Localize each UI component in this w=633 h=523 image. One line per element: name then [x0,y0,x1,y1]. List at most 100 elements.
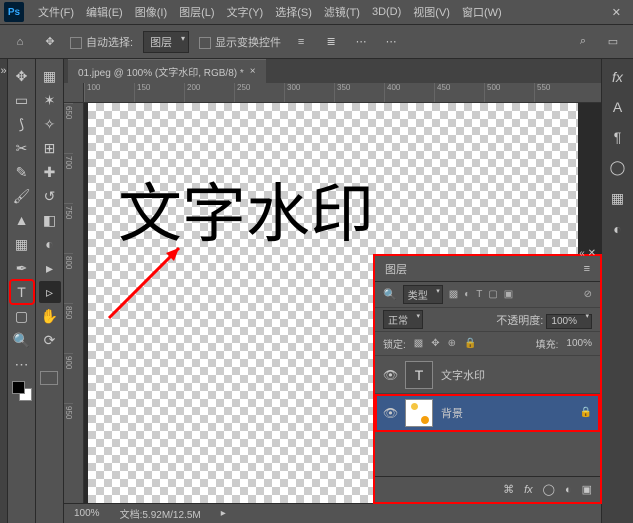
filter-smart-icon[interactable]: ▣ [504,289,513,300]
hand-tool[interactable]: ✋ [39,305,61,327]
distribute-icon[interactable]: ⋯ [351,32,371,52]
layer-row[interactable]: 👁 背景 🔒 [375,394,600,432]
status-doc-info[interactable]: 文档:5.92M/12.5M [120,506,201,521]
foreground-background-colors[interactable] [12,381,32,401]
search-icon[interactable]: ⌕ [573,32,593,52]
gradient-tool[interactable]: ▦ [11,233,33,255]
new-group-icon[interactable]: ▣ [582,483,592,496]
new-fill-layer-icon[interactable]: ◐ [565,484,572,496]
more-icon[interactable]: ⋯ [381,32,401,52]
ruler-horizontal[interactable]: 100150200250300350400450500550 [84,83,601,103]
layer-name[interactable]: 背景 [441,405,572,421]
layer-thumbnail[interactable] [405,399,433,427]
document-tab[interactable]: 01.jpeg @ 100% (文字水印, RGB/8) * × [68,59,266,83]
document-tab-close-icon[interactable]: × [250,66,256,77]
filter-type-dropdown[interactable]: 类型 [403,285,443,304]
move-tool[interactable]: ✥ [11,65,33,87]
auto-select-target-dropdown[interactable]: 图层 [143,31,189,53]
layer-thumbnail[interactable]: T [405,361,433,389]
filter-toggle-icon[interactable]: ⊘ [584,289,592,300]
fx-panel-icon[interactable]: fx [612,69,623,85]
paragraph-panel-icon[interactable]: ¶ [614,129,622,145]
layer-mask-icon[interactable]: ◯ [543,483,555,496]
quick-mask[interactable] [40,371,60,391]
document-tab-title: 01.jpeg @ 100% (文字水印, RGB/8) * [78,64,244,79]
eraser-tool[interactable]: ◧ [39,209,61,231]
menu-select[interactable]: 选择(S) [269,1,318,23]
menu-edit[interactable]: 编辑(E) [80,1,129,23]
magic-wand-tool[interactable]: ✧ [39,113,61,135]
panel-menu-icon[interactable]: ≡ [584,263,590,275]
filter-pixel-icon[interactable]: ▩ [449,289,458,300]
lock-all-icon[interactable]: 🔒 [464,338,476,349]
type-tool[interactable]: T [11,281,33,303]
adjustments-panel-icon[interactable]: ◐ [613,221,621,237]
crop-tool[interactable]: ✂ [11,137,33,159]
layer-visibility-icon[interactable]: 👁 [383,368,397,382]
window-close-icon[interactable]: ✕ [604,3,629,22]
shape-tool[interactable]: ▢ [11,305,33,327]
history-brush-tool[interactable]: ↺ [39,185,61,207]
pen-tool[interactable]: ✒ [11,257,33,279]
frame-tool[interactable]: ⊞ [39,137,61,159]
layer-visibility-icon[interactable]: 👁 [383,406,397,420]
status-chevron-icon[interactable]: ▸ [221,508,226,519]
edit-toolbar[interactable]: ⋯ [11,353,33,375]
heal-tool[interactable]: ✚ [39,161,61,183]
menu-image[interactable]: 图像(I) [129,1,173,23]
menu-3d[interactable]: 3D(D) [366,3,407,21]
layer-name[interactable]: 文字水印 [441,367,592,383]
filter-type-icon[interactable]: T [476,289,482,300]
direct-select-tool[interactable]: ▹ [39,281,61,303]
filter-shape-icon[interactable]: ▢ [488,289,497,300]
lock-position-icon[interactable]: ✥ [431,338,439,349]
toolbox: ✥ ▭ ⟆ ✂ ✎ 🖌 ▲ ▦ ✒ T ▢ 🔍 ⋯ [8,59,36,523]
link-layers-icon[interactable]: ⌘ [503,483,514,496]
character-panel-icon[interactable]: A [613,99,622,115]
eyedropper-tool[interactable]: ✎ [11,161,33,183]
dodge-tool[interactable]: ◐ [39,233,61,255]
zoom-tool[interactable]: 🔍 [11,329,33,351]
lock-artboard-icon[interactable]: ⊕ [448,338,456,349]
quick-select-tool[interactable]: ✶ [39,89,61,111]
panel-collapse-icon[interactable]: « ✕ [579,248,596,259]
filter-search-icon[interactable]: 🔍 [383,288,397,301]
menu-window[interactable]: 窗口(W) [456,1,508,23]
home-icon[interactable]: ⌂ [10,32,30,52]
ruler-vertical[interactable]: 650700750800850900950 [64,103,84,503]
path-select-tool[interactable]: ▸ [39,257,61,279]
swatches-panel-icon[interactable]: ▦ [611,190,624,207]
layer-lock-icon[interactable]: 🔒 [580,407,592,418]
brush-tool[interactable]: 🖌 [11,185,33,207]
menu-type[interactable]: 文字(Y) [221,1,270,23]
auto-select-checkbox[interactable]: 自动选择: [70,34,133,50]
filter-adjust-icon[interactable]: ◐ [464,289,470,300]
menu-view[interactable]: 视图(V) [407,1,456,23]
align-icon-2[interactable]: ≣ [321,32,341,52]
align-icon[interactable]: ≡ [291,32,311,52]
panel-collapse-strip[interactable]: » [0,59,8,523]
workspace-icon[interactable]: ▭ [603,32,623,52]
rotate-view-tool[interactable]: ⟳ [39,329,61,351]
opacity-input[interactable]: 100% [546,314,592,329]
show-transform-checkbox[interactable]: 显示变换控件 [199,34,281,50]
menu-file[interactable]: 文件(F) [32,1,80,23]
layer-fx-icon[interactable]: fx [524,484,533,496]
status-zoom[interactable]: 100% [74,508,100,519]
ruler-origin[interactable] [64,83,84,103]
menu-layer[interactable]: 图层(L) [173,1,220,23]
blend-mode-dropdown[interactable]: 正常 [383,310,423,329]
canvas-text-layer[interactable]: 文字水印 [118,163,374,255]
stamp-tool[interactable]: ▲ [11,209,33,231]
menu-filter[interactable]: 滤镜(T) [318,1,366,23]
lasso-tool[interactable]: ⟆ [11,113,33,135]
glyphs-panel-icon[interactable]: ◯ [610,159,626,176]
layers-panel: « ✕ 图层 ≡ 🔍 类型 ▩ ◐ T ▢ ▣ ⊘ 正常 不透明度: 100% … [374,255,601,503]
layer-row[interactable]: 👁 T 文字水印 [375,356,600,394]
marquee-tool[interactable]: ▭ [11,89,33,111]
lock-pixels-icon[interactable]: ▩ [414,338,423,349]
fill-input[interactable]: 100% [566,338,592,349]
layers-tab[interactable]: 图层 [385,261,407,277]
artboard-tool[interactable]: ▦ [39,65,61,87]
lock-label: 锁定: [383,336,406,351]
